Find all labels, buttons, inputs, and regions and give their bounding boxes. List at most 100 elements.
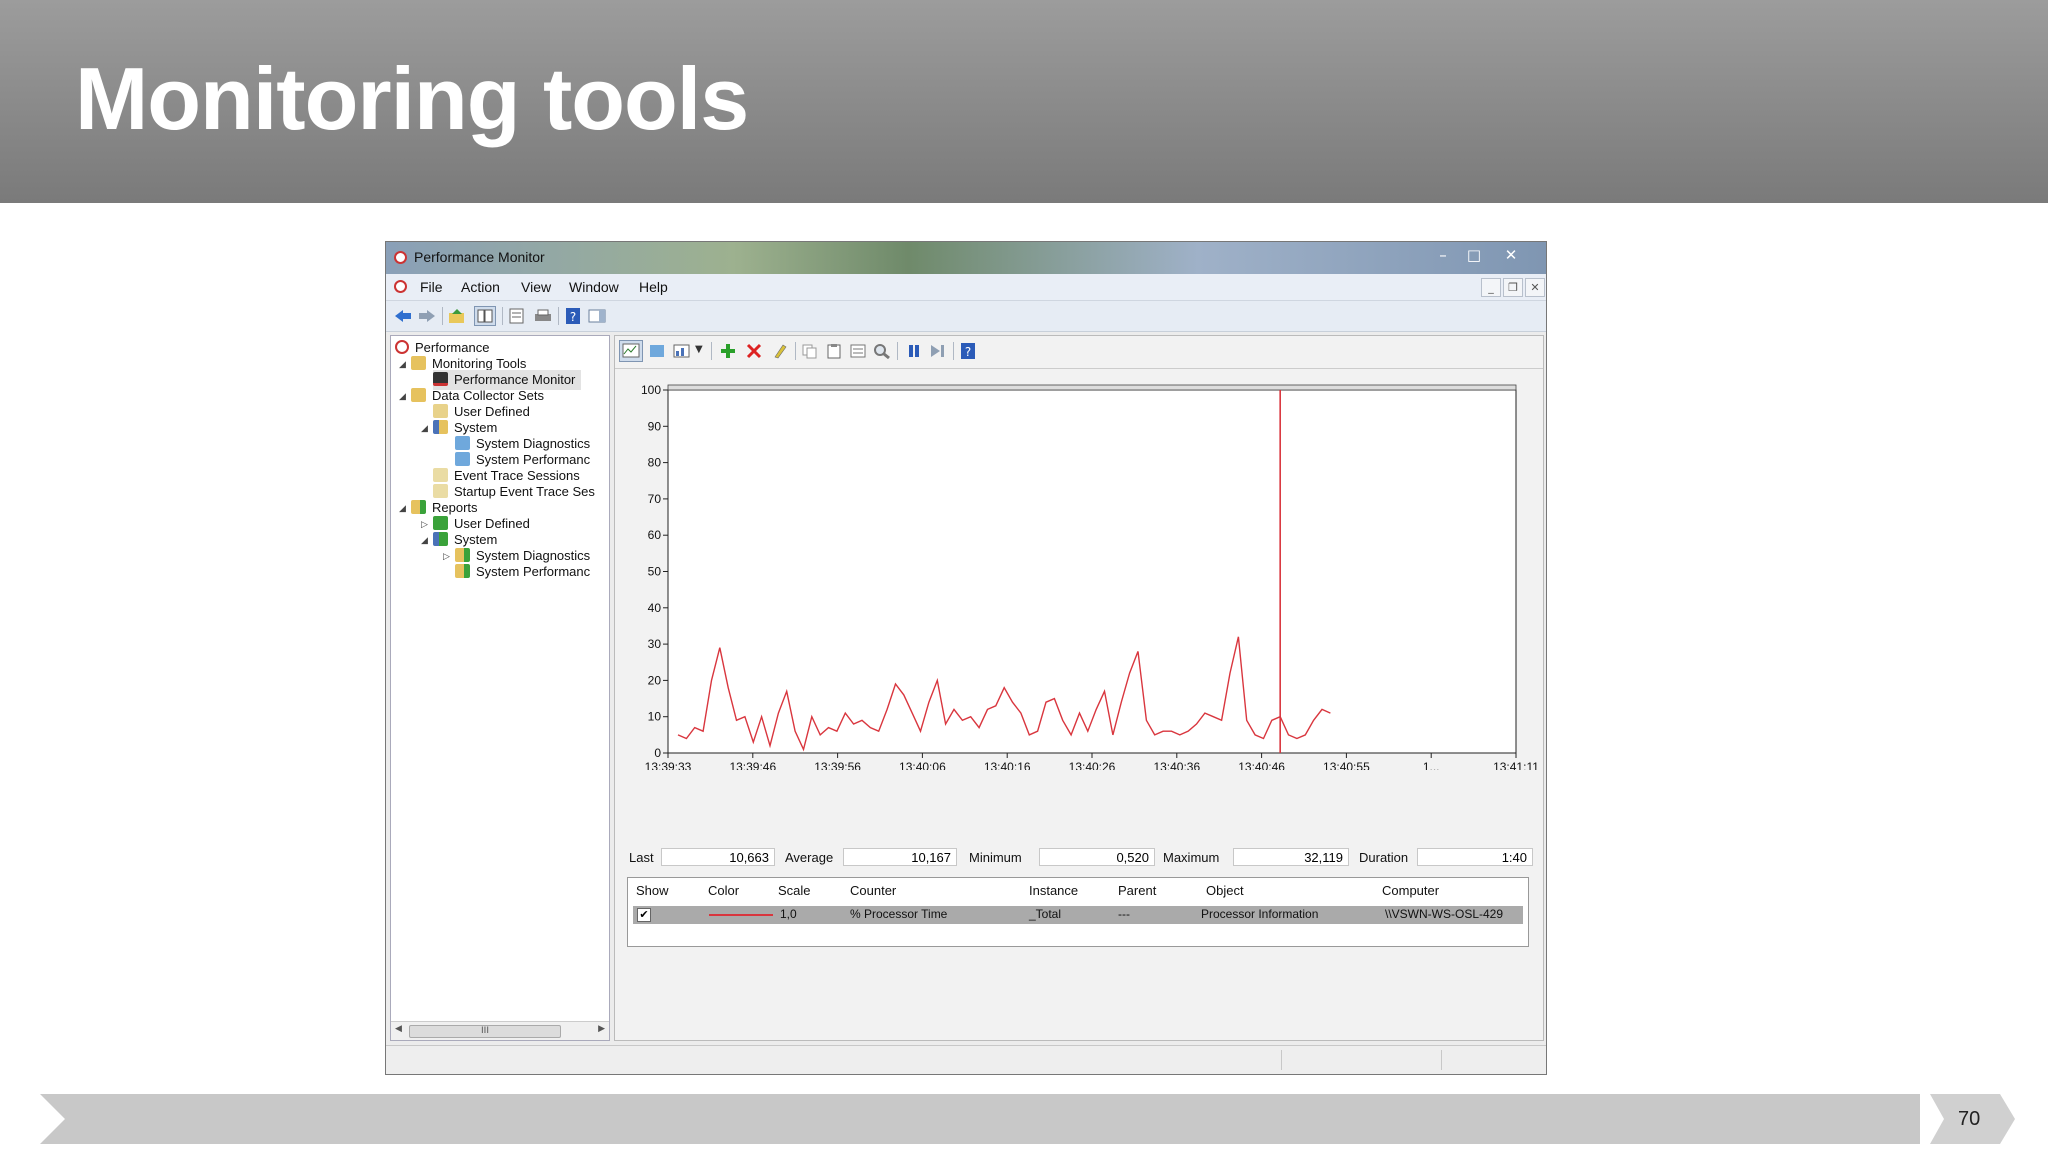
- status-bar: [386, 1045, 1546, 1074]
- menu-window[interactable]: Window: [569, 279, 619, 295]
- highlight-icon[interactable]: [771, 343, 789, 359]
- menu-view[interactable]: View: [521, 279, 551, 295]
- y-tick-label: 50: [648, 565, 662, 579]
- column-header-show[interactable]: Show: [636, 883, 669, 898]
- report-folder-icon: [455, 564, 470, 578]
- tree-horizontal-scrollbar[interactable]: ◀ III ▶: [391, 1021, 609, 1040]
- report-icon: [433, 532, 448, 546]
- minimum-label: Minimum: [969, 850, 1022, 865]
- trace-folder-icon: [433, 484, 448, 498]
- expand-triangle-icon[interactable]: ◢: [399, 504, 406, 514]
- graph-type-dropdown-icon[interactable]: ▼: [695, 344, 703, 355]
- properties-icon[interactable]: [508, 308, 526, 324]
- minimize-button[interactable]: –: [1428, 244, 1458, 266]
- object-cell: Processor Information: [1201, 907, 1319, 921]
- graph-toolbar: ▼ ?: [615, 336, 1543, 369]
- svg-text:?: ?: [570, 310, 576, 324]
- y-tick-label: 10: [648, 710, 662, 724]
- expand-triangle-icon[interactable]: ◢: [399, 360, 406, 370]
- show-checkbox[interactable]: ✔: [637, 908, 651, 922]
- tree-item-reports-system-performance[interactable]: System Performanc: [455, 562, 590, 582]
- update-data-icon[interactable]: [929, 343, 947, 359]
- report-folder-icon: [455, 548, 470, 562]
- last-value: 10,663: [661, 848, 775, 866]
- x-tick-label: 13:39:56: [814, 760, 861, 770]
- x-tick-label: 13:40:55: [1323, 760, 1370, 770]
- mdi-close-button[interactable]: ✕: [1525, 278, 1545, 297]
- action-pane-icon[interactable]: [588, 308, 606, 324]
- y-tick-label: 90: [648, 419, 662, 433]
- table-row[interactable]: ✔ 1,0 % Processor Time _Total --- Proces…: [633, 906, 1523, 924]
- collapse-triangle-icon[interactable]: ▷: [443, 552, 450, 562]
- expand-triangle-icon[interactable]: ◢: [421, 424, 428, 434]
- menu-help[interactable]: Help: [639, 279, 668, 295]
- scrollbar-thumb[interactable]: III: [409, 1025, 561, 1038]
- change-graph-type-icon[interactable]: [673, 343, 691, 359]
- monitor-icon: [433, 372, 448, 386]
- scroll-right-icon[interactable]: ▶: [598, 1024, 605, 1034]
- navigation-tree: Performance ◢ Monitoring Tools Performan…: [390, 335, 610, 1041]
- slide-title: Monitoring tools: [75, 49, 749, 148]
- x-tick-label: 13:40:26: [1069, 760, 1116, 770]
- mdi-minimize-button[interactable]: _: [1481, 278, 1501, 297]
- menu-action[interactable]: Action: [461, 279, 500, 295]
- column-header-parent[interactable]: Parent: [1118, 883, 1156, 898]
- add-counter-icon[interactable]: [719, 343, 737, 359]
- color-swatch: [709, 914, 773, 916]
- expand-triangle-icon[interactable]: ◢: [421, 536, 428, 546]
- trace-folder-icon: [433, 468, 448, 482]
- back-arrow-icon[interactable]: [394, 308, 412, 324]
- freeze-display-icon[interactable]: [905, 343, 923, 359]
- graph-properties-icon[interactable]: [849, 343, 867, 359]
- column-header-counter[interactable]: Counter: [850, 883, 896, 898]
- column-header-instance[interactable]: Instance: [1029, 883, 1078, 898]
- print-icon[interactable]: [534, 308, 552, 324]
- column-header-object[interactable]: Object: [1206, 883, 1244, 898]
- line-chart[interactable]: 0 10 20 30 40 50 60 70 80 90 100 13:39:33 13:39:46 13…: [615, 370, 1543, 770]
- counter-cell: % Processor Time: [850, 907, 948, 921]
- plot-top-hatch: [667, 384, 1517, 391]
- x-tick-label: 13:40:46: [1238, 760, 1285, 770]
- main-toolbar: ?: [386, 301, 1546, 332]
- x-tick-label: 13:39:33: [645, 760, 692, 770]
- performance-monitor-pane: ▼ ? 0 10 20 30 40 50 60 70 80 90 100 13:39:33 13:39:…: [614, 335, 1544, 1041]
- collector-set-icon: [455, 436, 470, 450]
- view-current-activity-icon[interactable]: [619, 340, 643, 362]
- reports-folder-icon: [411, 500, 426, 514]
- scroll-left-icon[interactable]: ◀: [395, 1024, 402, 1034]
- collector-set-icon: [455, 452, 470, 466]
- y-tick-label: 0: [654, 746, 661, 760]
- perfmon-app-icon: [394, 251, 407, 264]
- column-header-color[interactable]: Color: [708, 883, 739, 898]
- x-tick-label: 13:41:11: [1493, 760, 1539, 770]
- x-tick-label: 1...: [1423, 760, 1440, 770]
- up-folder-icon[interactable]: [448, 308, 466, 324]
- system-folder-icon: [433, 420, 448, 434]
- copy-properties-icon[interactable]: [801, 343, 819, 359]
- delete-counter-icon[interactable]: [745, 343, 763, 359]
- maximize-button[interactable]: □: [1459, 244, 1489, 266]
- help-icon[interactable]: ?: [564, 308, 582, 324]
- column-header-scale[interactable]: Scale: [778, 883, 811, 898]
- paste-counter-list-icon[interactable]: [825, 343, 843, 359]
- close-button[interactable]: ✕: [1496, 244, 1526, 266]
- x-tick-label: 13:40:16: [984, 760, 1031, 770]
- instance-cell: _Total: [1029, 907, 1062, 921]
- help-icon[interactable]: ?: [959, 343, 977, 359]
- perfmon-menu-icon[interactable]: [394, 280, 407, 293]
- collapse-triangle-icon[interactable]: ▷: [421, 520, 428, 530]
- expand-triangle-icon[interactable]: ◢: [399, 392, 406, 402]
- maximum-label: Maximum: [1163, 850, 1220, 865]
- forward-arrow-icon[interactable]: [418, 308, 436, 324]
- folder-icon: [411, 356, 426, 370]
- menu-file[interactable]: File: [420, 279, 443, 295]
- page-number-tab: 70: [1930, 1094, 2015, 1144]
- statistics-bar: Last 10,663 Average 10,167 Minimum 0,520…: [615, 846, 1543, 870]
- menu-bar: File Action View Window Help _ ❐ ✕: [386, 274, 1546, 301]
- window-titlebar[interactable]: Performance Monitor – □ ✕: [386, 242, 1546, 274]
- zoom-icon[interactable]: [873, 343, 891, 359]
- show-hide-tree-icon[interactable]: [474, 306, 496, 326]
- view-log-data-icon[interactable]: [649, 343, 667, 359]
- column-header-computer[interactable]: Computer: [1382, 883, 1439, 898]
- mdi-restore-button[interactable]: ❐: [1503, 278, 1523, 297]
